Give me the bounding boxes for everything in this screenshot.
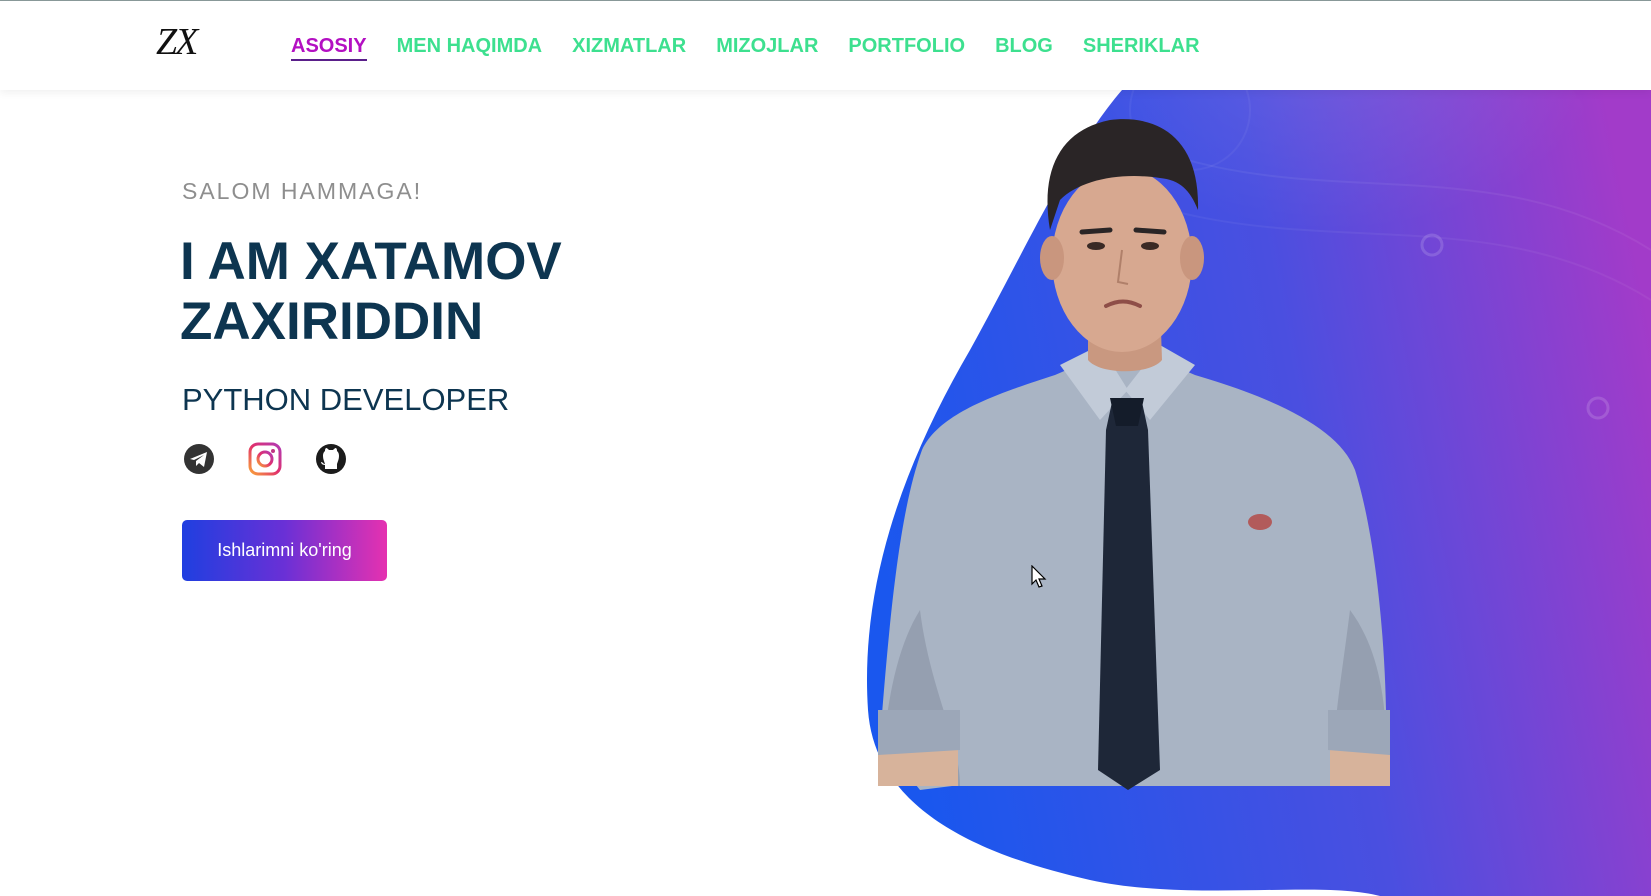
- nav-item-portfolio[interactable]: PORTFOLIO: [848, 33, 965, 61]
- profile-photo: [878, 119, 1390, 790]
- site-header: ZX ASOSIY MEN HAQIMDA XIZMATLAR MIZOJLAR…: [0, 1, 1651, 90]
- site-logo[interactable]: ZX: [156, 23, 198, 61]
- mouse-cursor-icon: [1031, 565, 1047, 588]
- hero-role: PYTHON DEVELOPER: [182, 382, 510, 417]
- social-links: [182, 442, 348, 476]
- view-works-button[interactable]: Ishlarimni ko'ring: [182, 520, 387, 581]
- nav-item-sheriklar[interactable]: SHERIKLAR: [1083, 33, 1200, 61]
- nav-item-men-haqimda[interactable]: MEN HAQIMDA: [397, 33, 543, 61]
- github-icon[interactable]: [314, 442, 348, 476]
- main-nav: ASOSIY MEN HAQIMDA XIZMATLAR MIZOJLAR PO…: [291, 33, 1230, 61]
- nav-item-blog[interactable]: BLOG: [995, 33, 1053, 61]
- nav-item-asosiy[interactable]: ASOSIY: [291, 33, 367, 61]
- hero-blob-background: [860, 90, 1651, 896]
- telegram-icon[interactable]: [182, 442, 216, 476]
- instagram-icon[interactable]: [248, 442, 282, 476]
- hero-name-heading: I AM XATAMOV ZAXIRIDDIN: [180, 232, 562, 351]
- hero-greeting: SALOM HAMMAGA!: [182, 178, 423, 204]
- nav-item-mizojlar[interactable]: MIZOJLAR: [716, 33, 818, 61]
- nav-item-xizmatlar[interactable]: XIZMATLAR: [572, 33, 686, 61]
